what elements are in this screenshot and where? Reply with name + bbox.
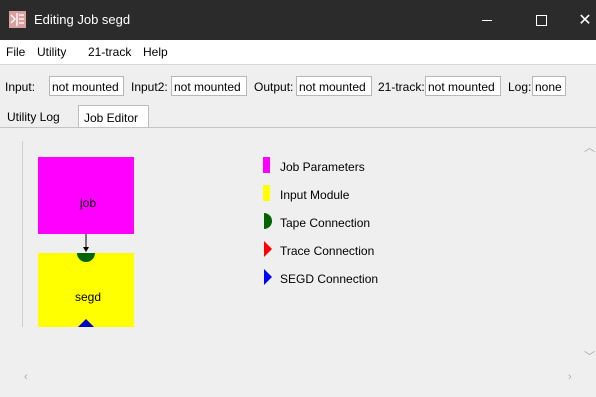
menu-utility[interactable]: Utility — [37, 45, 66, 59]
input-status-field: not mounted — [49, 76, 124, 96]
menu-file[interactable]: File — [6, 45, 25, 59]
legend-label: Tape Connection — [280, 216, 371, 230]
job-editor-panel: ︿ ﹀ ‹ › job segd Job Parameters Input Mo… — [0, 127, 596, 397]
tab-utility-log[interactable]: Utility Log — [2, 105, 78, 128]
maximize-icon — [535, 14, 547, 26]
minimize-icon — [482, 19, 492, 21]
yellow-swatch-icon — [263, 185, 270, 201]
input2-status-field: not mounted — [171, 76, 247, 96]
segd-connection-icon[interactable] — [78, 319, 94, 327]
connection-layer — [77, 234, 95, 327]
scroll-up-icon[interactable]: ︿ — [584, 139, 595, 155]
track21-label: 21-track: — [378, 80, 425, 94]
tape-connection-icon[interactable] — [77, 253, 95, 262]
track21-status-field: not mounted — [425, 76, 501, 96]
blue-triangle-icon — [264, 269, 272, 285]
log-status-field: none — [532, 76, 566, 96]
red-triangle-icon — [264, 241, 272, 257]
close-button[interactable]: ✕ — [562, 0, 596, 40]
magenta-swatch-icon — [263, 157, 270, 173]
scroll-left-icon[interactable]: ‹ — [24, 371, 28, 383]
close-icon: ✕ — [578, 12, 592, 29]
mount-status-bar: Input: not mounted Input2: not mounted O… — [0, 64, 596, 102]
menu-bar: File Utility 21-track Help — [0, 40, 596, 64]
scroll-down-icon[interactable]: ﹀ — [584, 348, 595, 364]
legend-label: Job Parameters — [280, 160, 365, 174]
tab-strip: Utility Log Job Editor — [0, 101, 596, 128]
scroll-right-icon[interactable]: › — [568, 371, 572, 383]
title-bar: Editing Job segd ✕ — [0, 0, 596, 40]
legend-label: Trace Connection — [280, 244, 375, 258]
output-status-field: not mounted — [296, 76, 372, 96]
menu-help[interactable]: Help — [143, 45, 168, 59]
arrow-head-icon — [83, 247, 89, 252]
log-label: Log: — [508, 80, 532, 94]
maximize-button[interactable] — [518, 0, 564, 40]
legend-label: SEGD Connection — [280, 272, 379, 286]
tab-job-editor[interactable]: Job Editor — [78, 105, 149, 128]
legend-label: Input Module — [280, 188, 350, 202]
output-label: Output: — [254, 80, 294, 94]
input2-label: Input2: — [131, 80, 168, 94]
app-icon — [9, 11, 26, 28]
window-title: Editing Job segd — [34, 12, 131, 27]
input-label: Input: — [5, 80, 36, 94]
half-circle-icon — [264, 213, 272, 229]
job-diagram-canvas: job segd Job Parameters Input Module Tap… — [22, 141, 577, 327]
minimize-button[interactable] — [464, 0, 510, 40]
menu-21-track[interactable]: 21-track — [88, 45, 131, 59]
